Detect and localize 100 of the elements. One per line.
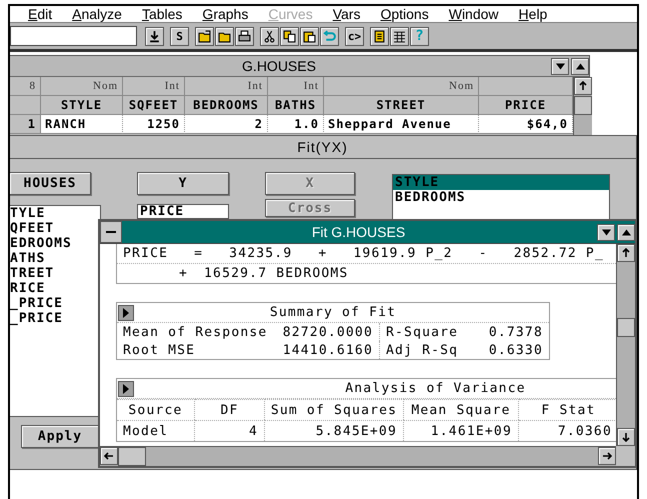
table-cell: 1.0 (268, 115, 324, 134)
table-cell: $64,0 (479, 115, 573, 134)
table-cell: 2 (185, 115, 268, 134)
caret-up-icon (622, 228, 630, 236)
copy-button[interactable] (280, 26, 299, 46)
window-title: G.HOUSES (241, 58, 317, 74)
scroll-right-button[interactable] (598, 447, 616, 465)
stat-value: 0.7378 (488, 324, 543, 340)
equation-term: PRICE (123, 246, 168, 261)
list-item[interactable]: _PRICE (10, 296, 100, 311)
dialog-title: Fit(YX) (10, 136, 636, 159)
folder-icon (198, 30, 211, 42)
folder-icon (218, 30, 231, 42)
column-type: Nom (324, 77, 479, 96)
list-item[interactable]: TYLE (10, 206, 100, 221)
panel-title: Analysis of Variance (344, 381, 527, 396)
y-field[interactable]: PRICE (137, 204, 229, 219)
list-item[interactable]: TREET (10, 266, 100, 281)
download-icon (148, 30, 161, 42)
table-cell: Sheppard Avenue (324, 115, 479, 134)
stat-value: 0.6330 (488, 342, 543, 358)
grid-icon (393, 30, 406, 42)
triangle-right-icon (123, 308, 129, 318)
maximize-button[interactable] (571, 58, 589, 74)
notepad-icon (373, 30, 386, 42)
cut-button[interactable] (260, 26, 279, 46)
dropdown-button[interactable] (551, 58, 569, 74)
scrollbar-thumb[interactable] (617, 318, 635, 337)
download-button[interactable] (145, 26, 164, 46)
clipboard-icon (303, 30, 316, 42)
table-cell: 1.461E+09 (404, 420, 519, 441)
arrow-left-icon (104, 451, 114, 461)
arrow-right-icon (602, 451, 612, 461)
list-item[interactable]: EDROOMS (10, 236, 100, 251)
menu-item[interactable]: Help (508, 6, 558, 22)
header-cell (10, 96, 41, 115)
stat-label: Adj R-Sq (386, 342, 458, 358)
equation-term: + (179, 266, 188, 281)
equation-term: 16529.7 BEDROOMS (204, 266, 348, 281)
table-cell: 4 (195, 420, 265, 441)
input-field[interactable] (10, 26, 137, 46)
menu-item[interactable]: Tables (132, 6, 192, 22)
scroll-left-button[interactable] (100, 447, 118, 465)
list-item[interactable]: ATHS (10, 251, 100, 266)
column-list[interactable]: TYLE QFEET EDROOMS ATHS TREET RICE _PRICE _PRICE (10, 205, 101, 417)
printer-icon (238, 30, 251, 42)
menu-item[interactable]: Analyze (62, 6, 132, 22)
apply-button[interactable]: Apply (21, 425, 99, 448)
equation-term: + (318, 246, 328, 261)
undo-button[interactable] (320, 26, 339, 46)
folder-button[interactable] (215, 26, 234, 46)
vertical-scrollbar[interactable] (573, 77, 592, 136)
toolbar-button[interactable]: S (170, 26, 189, 46)
scroll-up-button[interactable] (617, 244, 635, 262)
disclosure-button[interactable] (118, 304, 134, 320)
dash-icon (106, 230, 116, 234)
scissors-icon (263, 30, 276, 42)
list-item[interactable]: RICE (10, 281, 100, 296)
row-count: 8 (10, 77, 41, 96)
menu-item[interactable]: Vars (322, 6, 370, 22)
panel-title: Summary of Fit (268, 305, 398, 320)
caret-down-icon (602, 228, 610, 236)
menu-item[interactable]: Options (370, 6, 439, 22)
list-item[interactable]: _PRICE (10, 311, 100, 326)
y-button[interactable]: Y (137, 172, 229, 195)
list-item[interactable]: BEDROOMS (393, 190, 609, 205)
horizontal-scrollbar[interactable] (100, 446, 616, 466)
scrollbar-thumb[interactable] (118, 447, 146, 466)
print-button[interactable] (235, 26, 254, 46)
menu-item[interactable]: Edit (18, 6, 62, 22)
maximize-button[interactable] (617, 224, 635, 240)
scroll-down-button[interactable] (617, 428, 635, 446)
toolbar-button[interactable]: c> (345, 26, 364, 46)
paste-button[interactable] (300, 26, 319, 46)
vertical-scrollbar[interactable] (616, 244, 635, 446)
scrollbar-thumb[interactable] (574, 96, 592, 115)
menu-item[interactable]: Window (438, 6, 509, 22)
stat-value: 82720.0000 (282, 324, 373, 340)
scroll-up-button[interactable] (574, 77, 592, 95)
column-type: Nom (41, 77, 123, 96)
dropdown-button[interactable] (597, 224, 615, 240)
window-title: Fit G.HOUSES (310, 224, 406, 240)
curved-arrow-icon (323, 30, 336, 42)
list-item[interactable]: QFEET (10, 221, 100, 236)
equation-term: = (194, 246, 204, 261)
data-grid-button[interactable] (390, 26, 409, 46)
table-button[interactable]: HOUSES (10, 172, 91, 195)
column-header: Source (117, 399, 195, 420)
arrow-down-icon (621, 432, 631, 442)
stat-label: Root MSE (123, 342, 196, 358)
table-cell: Model (117, 420, 195, 441)
table-cell: 5.845E+09 (265, 420, 404, 441)
open-button[interactable] (195, 26, 214, 46)
disclosure-button[interactable] (118, 380, 134, 396)
arrow-up-icon (578, 81, 588, 91)
script-button[interactable] (370, 26, 389, 46)
menu-item[interactable]: Graphs (192, 6, 258, 22)
effects-list[interactable]: STYLE BEDROOMS (392, 174, 610, 220)
minimize-button[interactable] (100, 221, 122, 243)
list-item[interactable]: STYLE (393, 175, 609, 190)
